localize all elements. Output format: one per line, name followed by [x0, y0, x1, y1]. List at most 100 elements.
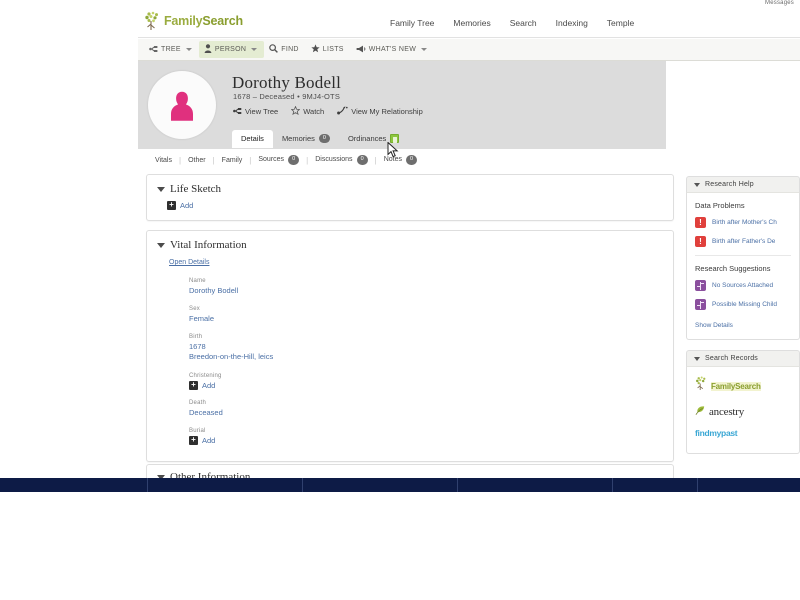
- data-problem-label: Birth after Father's De: [712, 238, 776, 245]
- util-person-label: PERSON: [214, 46, 247, 53]
- vital-row-death: Death Deceased: [189, 400, 663, 418]
- util-person-button[interactable]: PERSON: [198, 41, 265, 58]
- subnav-item-vitals[interactable]: Vitals: [148, 157, 179, 164]
- ancestry-leaf-icon: [695, 403, 706, 421]
- familysearch-tree-logo-icon: [695, 376, 708, 396]
- brand-text: FamilySearch: [164, 14, 243, 28]
- util-whats-new-button[interactable]: WHAT'S NEW: [351, 42, 434, 58]
- taskbar-cell[interactable]: [148, 478, 303, 492]
- subnav-family-label: Family: [221, 156, 243, 164]
- familysearch-tree-logo-icon: [144, 11, 162, 31]
- chevron-down-icon[interactable]: [694, 356, 700, 361]
- tab-ordinances-label: Ordinances: [347, 134, 387, 144]
- research-suggestion-item[interactable]: No Sources Attached: [695, 280, 799, 291]
- view-relationship-action[interactable]: View My Relationship: [337, 106, 423, 117]
- subnav-discussions-badge: 0: [356, 155, 368, 165]
- alert-icon: !: [695, 217, 706, 228]
- util-lists-button[interactable]: LISTS: [306, 41, 351, 58]
- vital-row-name: Name Dorothy Bodell: [189, 278, 663, 296]
- show-details-link[interactable]: Show Details: [695, 320, 799, 331]
- research-suggestion-item[interactable]: Possible Missing Child: [695, 299, 799, 310]
- burial-add-button[interactable]: + Add: [189, 435, 663, 445]
- data-problem-item[interactable]: ! Birth after Father's De: [695, 236, 799, 247]
- search-records-title: Search Records: [705, 355, 758, 362]
- nav-search[interactable]: Search: [510, 18, 537, 28]
- subnav-item-discussions[interactable]: Discussions 0: [308, 155, 374, 165]
- research-help-header[interactable]: Research Help: [686, 176, 800, 193]
- search-records-panel: Search Records FamilySearch ancestry fin…: [686, 350, 800, 454]
- taskbar-cell[interactable]: [698, 478, 800, 492]
- page-title: Dorothy Bodell: [232, 73, 342, 92]
- vital-value-death[interactable]: Deceased: [189, 408, 663, 418]
- vital-value-birth-place[interactable]: Breedon-on-the-Hill, leics: [189, 352, 663, 362]
- data-problem-item[interactable]: ! Birth after Mother's Ch: [695, 217, 799, 228]
- subnav-item-sources[interactable]: Sources 0: [251, 155, 306, 165]
- vital-label-death: Death: [189, 399, 207, 406]
- nav-memories[interactable]: Memories: [453, 18, 490, 28]
- relationship-icon: [337, 106, 348, 117]
- subnav-item-family[interactable]: Family: [215, 157, 250, 164]
- chevron-down-icon[interactable]: [157, 186, 165, 192]
- vital-label-name: Name: [189, 278, 206, 284]
- vital-row-burial: Burial + Add: [189, 428, 663, 445]
- chevron-down-icon[interactable]: [157, 242, 165, 248]
- vital-label-burial: Burial: [189, 427, 206, 434]
- vitals-list: Name Dorothy Bodell Sex Female Birth 167…: [189, 278, 663, 445]
- ancestry-logo-label: ancestry: [709, 406, 745, 418]
- suggestion-icon: [695, 280, 706, 291]
- util-whats-new-label: WHAT'S NEW: [368, 46, 417, 53]
- person-icon: [204, 44, 212, 55]
- search-records-header[interactable]: Search Records: [686, 350, 800, 367]
- vital-value-sex[interactable]: Female: [189, 314, 663, 324]
- view-tree-action[interactable]: View Tree: [233, 107, 278, 117]
- chevron-down-icon[interactable]: [185, 48, 192, 51]
- christening-add-button[interactable]: + Add: [189, 380, 663, 390]
- util-find-button[interactable]: FIND: [264, 41, 306, 58]
- subnav-item-other[interactable]: Other: [181, 157, 213, 164]
- global-nav: Family Tree Memories Search Indexing Tem…: [390, 18, 634, 28]
- chevron-down-icon[interactable]: [694, 182, 700, 187]
- vital-value-birth-year[interactable]: 1678: [189, 342, 663, 352]
- watch-label: Watch: [303, 107, 325, 116]
- messages-link[interactable]: Messages: [765, 0, 794, 6]
- taskbar-cell[interactable]: [458, 478, 613, 492]
- masthead: FamilySearch Family Tree Memories Search…: [138, 9, 800, 38]
- life-sketch-add-button[interactable]: + Add: [167, 201, 663, 210]
- main-content: Life Sketch + Add Vital Information Open…: [146, 174, 674, 471]
- taskbar-cell[interactable]: [303, 478, 458, 492]
- tab-memories[interactable]: Memories 0: [273, 130, 339, 148]
- subnav-item-notes[interactable]: Notes 0: [377, 155, 424, 165]
- subnav-other-label: Other: [188, 156, 206, 164]
- avatar[interactable]: [148, 71, 216, 139]
- findmypast-logo[interactable]: findmypast: [695, 428, 799, 438]
- nav-temple[interactable]: Temple: [607, 18, 634, 28]
- mouse-cursor: [387, 141, 399, 158]
- desktop-taskbar[interactable]: [0, 478, 800, 492]
- tab-details[interactable]: Details: [232, 130, 273, 149]
- star-outline-icon: [290, 105, 301, 117]
- familysearch-brand[interactable]: FamilySearch: [144, 11, 243, 31]
- screen: Messages FamilySearch Family Tree Memori…: [0, 0, 800, 600]
- vital-information-header[interactable]: Vital Information: [157, 239, 663, 251]
- chevron-down-icon[interactable]: [421, 48, 428, 51]
- chevron-down-icon[interactable]: [251, 48, 258, 51]
- open-details-link[interactable]: Open Details: [169, 259, 209, 266]
- research-suggestion-label: No Sources Attached: [712, 282, 774, 289]
- utility-bar: TREE PERSON FIND LISTS WHAT'S NEW: [138, 39, 800, 61]
- subnav-notes-badge: 0: [406, 155, 418, 165]
- nav-indexing[interactable]: Indexing: [556, 18, 588, 28]
- tab-details-label: Details: [241, 134, 264, 144]
- nav-family-tree[interactable]: Family Tree: [390, 18, 434, 28]
- research-help-content: Data Problems ! Birth after Mother's Ch …: [687, 193, 799, 339]
- taskbar-cell[interactable]: [0, 478, 148, 492]
- data-problems-title: Data Problems: [695, 201, 745, 210]
- life-sketch-title: Life Sketch: [170, 183, 222, 195]
- familysearch-logo[interactable]: FamilySearch: [695, 376, 799, 396]
- research-suggestion-label: Possible Missing Child: [712, 301, 778, 308]
- vital-value-name[interactable]: Dorothy Bodell: [189, 286, 663, 296]
- taskbar-cell[interactable]: [613, 478, 698, 492]
- life-sketch-header[interactable]: Life Sketch: [157, 183, 663, 195]
- ancestry-logo[interactable]: ancestry: [695, 403, 799, 421]
- util-tree-button[interactable]: TREE: [144, 42, 199, 58]
- watch-action[interactable]: Watch: [290, 105, 325, 117]
